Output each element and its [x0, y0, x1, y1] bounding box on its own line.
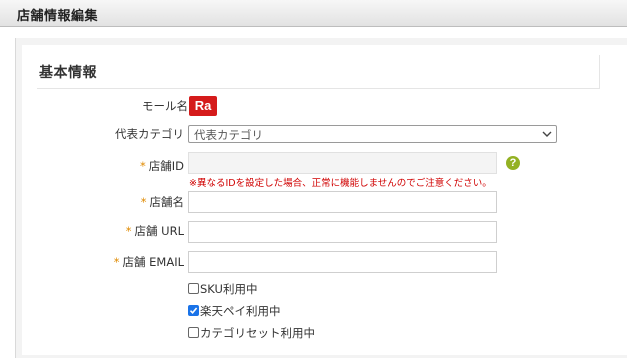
store-url-input[interactable]	[188, 221, 497, 243]
help-icon[interactable]: ?	[506, 156, 520, 170]
rakuten-pay-option-label: 楽天ペイ利用中	[200, 303, 281, 318]
required-mark: *	[140, 159, 146, 173]
required-mark: *	[125, 224, 132, 238]
category-set-checkbox[interactable]	[188, 327, 199, 338]
sku-option-label: SKU利用中	[200, 281, 258, 296]
rakuten-pay-checkbox[interactable]	[188, 305, 199, 316]
checkmark-icon	[189, 307, 198, 314]
store-id-warning: ※異なるIDを設定した場合、正常に機能しませんのでご注意ください。	[189, 178, 492, 189]
store-id-input[interactable]	[188, 152, 497, 174]
category-set-option-label: カテゴリセット利用中	[200, 325, 315, 340]
section-title: 基本情報	[39, 65, 97, 81]
required-mark: *	[113, 255, 120, 269]
category-select-value: 代表カテゴリ	[194, 128, 263, 142]
rakuten-mall-badge: Ra	[189, 96, 217, 116]
rakuten-pay-option[interactable]: 楽天ペイ利用中	[188, 303, 281, 318]
store-name-input[interactable]	[188, 191, 497, 213]
required-mark: *	[140, 195, 147, 209]
chevron-down-icon	[542, 131, 552, 137]
store-email-input[interactable]	[188, 251, 497, 273]
category-label: 代表カテゴリ	[115, 127, 184, 141]
store-name-label: * 店舗名	[140, 195, 184, 209]
page-title: 店舗情報編集	[17, 9, 99, 24]
category-select[interactable]: 代表カテゴリ	[188, 125, 557, 143]
page-header: 店舗情報編集	[0, 0, 627, 27]
section-divider	[37, 88, 600, 89]
store-url-label: * 店舗 URL	[125, 224, 184, 238]
store-email-label: * 店舗 EMAIL	[113, 255, 184, 269]
category-set-option[interactable]: カテゴリセット利用中	[188, 325, 315, 340]
mall-label: モール名	[142, 99, 188, 113]
store-id-label: * 店舗ID	[140, 159, 184, 173]
sku-option[interactable]: SKU利用中	[188, 281, 257, 296]
section-divider-vertical	[599, 55, 600, 89]
sku-checkbox[interactable]	[188, 283, 199, 294]
